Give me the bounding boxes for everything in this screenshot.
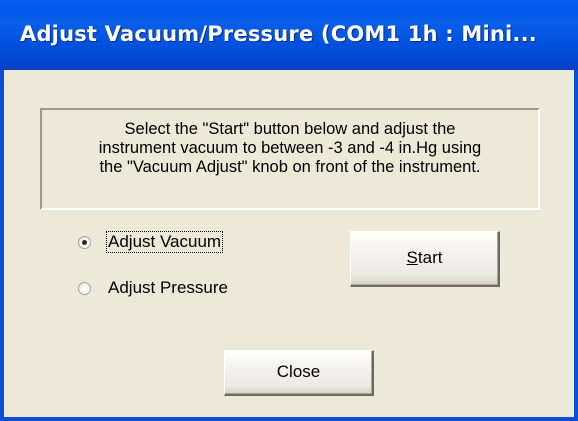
adjust-vacuum-radio[interactable]: Adjust Vacuum bbox=[78, 230, 224, 254]
start-button[interactable]: Start bbox=[350, 231, 500, 287]
radio-unselected-icon[interactable] bbox=[78, 281, 91, 295]
window-title: Adjust Vacuum/Pressure (COM1 1h : Mini..… bbox=[20, 22, 537, 46]
title-bar[interactable]: Adjust Vacuum/Pressure (COM1 1h : Mini..… bbox=[0, 0, 578, 70]
close-button[interactable]: Close bbox=[224, 350, 374, 396]
instruction-text: Select the "Start" button below and adju… bbox=[48, 120, 532, 177]
adjust-pressure-label[interactable]: Adjust Pressure bbox=[107, 278, 229, 298]
radio-selected-icon[interactable] bbox=[78, 235, 91, 249]
instruction-line-3: the "Vacuum Adjust" knob on front of the… bbox=[99, 158, 481, 176]
start-button-label: tart bbox=[417, 248, 443, 267]
instruction-line-2: instrument vacuum to between -3 and -4 i… bbox=[98, 139, 482, 157]
adjust-pressure-radio[interactable]: Adjust Pressure bbox=[78, 276, 229, 300]
instruction-panel: Select the "Start" button below and adju… bbox=[40, 108, 540, 210]
dialog-window: Adjust Vacuum/Pressure (COM1 1h : Mini..… bbox=[0, 0, 578, 421]
start-button-mnemonic: S bbox=[406, 248, 418, 267]
adjust-vacuum-label[interactable]: Adjust Vacuum bbox=[105, 231, 224, 253]
dialog-content: Select the "Start" button below and adju… bbox=[4, 70, 574, 417]
instruction-line-1: Select the "Start" button below and adju… bbox=[124, 120, 456, 138]
